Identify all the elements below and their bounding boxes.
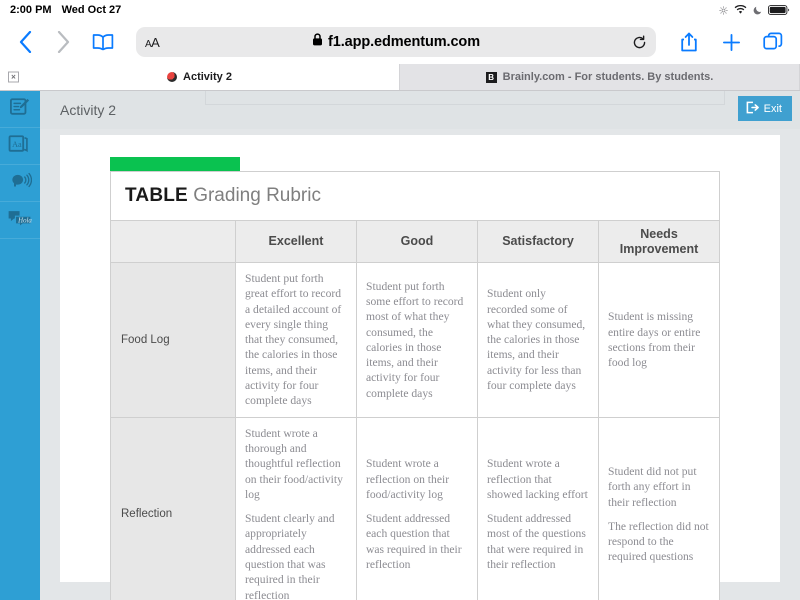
edmentum-app: Aa Hola Activity 2 Exit TABLE Grading Ru… bbox=[0, 91, 800, 600]
battery-icon bbox=[768, 5, 790, 15]
sidebar-item-translate[interactable]: Hola bbox=[0, 202, 40, 239]
brainly-favicon: B bbox=[485, 71, 497, 83]
tabs-overview-icon[interactable] bbox=[758, 27, 788, 57]
tab-activity-2[interactable]: × Activity 2 bbox=[0, 64, 400, 90]
tab-title: Activity 2 bbox=[183, 71, 232, 83]
sync-icon bbox=[719, 5, 728, 15]
text-size-button[interactable]: AA bbox=[145, 35, 160, 50]
exit-button[interactable]: Exit bbox=[737, 96, 792, 121]
tab-brainly[interactable]: B Brainly.com - For students. By student… bbox=[400, 64, 800, 90]
cell-food-log-good: Student put forth some effort to record … bbox=[356, 262, 478, 418]
exit-arrow-icon bbox=[746, 101, 759, 117]
svg-text:Aa: Aa bbox=[12, 139, 22, 148]
lock-icon bbox=[312, 33, 323, 51]
plus-icon[interactable] bbox=[716, 27, 746, 57]
rubric-accent-bar bbox=[110, 157, 240, 171]
dictionary-aa-icon: Aa bbox=[8, 134, 32, 159]
share-icon[interactable] bbox=[674, 27, 704, 57]
rubric-title-rest: Grading Rubric bbox=[187, 185, 321, 206]
table-row: Food Log Student put forth great effort … bbox=[110, 262, 721, 418]
sidebar-item-read-aloud[interactable] bbox=[0, 165, 40, 202]
notepad-pencil-icon bbox=[9, 97, 31, 122]
cell-reflection-satisfactory: Student wrote a reflection that showed l… bbox=[477, 416, 599, 600]
activity-header: Activity 2 Exit bbox=[40, 91, 800, 129]
cell-food-log-needs-improvement: Student is missing entire days or entire… bbox=[597, 262, 721, 418]
rubric-title-row: TABLE Grading Rubric bbox=[109, 171, 721, 221]
safari-toolbar: AA f1.app.edmentum.com bbox=[0, 20, 800, 64]
row-label-food-log: Food Log bbox=[110, 262, 236, 418]
url-text: f1.app.edmentum.com bbox=[328, 34, 480, 50]
row-label-reflection: Reflection bbox=[110, 416, 236, 600]
activity-content-scroll[interactable]: TABLE Grading Rubric Excellent Good Sati… bbox=[40, 129, 800, 600]
header-toolbar-placeholder bbox=[205, 91, 725, 105]
moon-icon bbox=[753, 6, 762, 15]
close-icon[interactable]: × bbox=[8, 71, 19, 83]
cell-food-log-satisfactory: Student only recorded some of what they … bbox=[477, 262, 599, 418]
exit-button-label: Exit bbox=[763, 102, 782, 115]
cell-reflection-excellent: Student wrote a thorough and thoughtful … bbox=[235, 416, 357, 600]
column-header-excellent: Excellent bbox=[235, 220, 357, 263]
reload-icon[interactable] bbox=[632, 35, 647, 50]
column-header-satisfactory: Satisfactory bbox=[477, 220, 599, 263]
rubric-table: TABLE Grading Rubric Excellent Good Sati… bbox=[109, 171, 721, 600]
back-button[interactable] bbox=[12, 28, 38, 56]
tab-title: Brainly.com - For students. By students. bbox=[502, 71, 714, 83]
sidebar-item-dictionary[interactable]: Aa bbox=[0, 128, 40, 165]
activity-page: TABLE Grading Rubric Excellent Good Sati… bbox=[60, 135, 780, 600]
tool-sidebar: Aa Hola bbox=[0, 91, 40, 600]
column-header-good: Good bbox=[356, 220, 478, 263]
rubric-header-row: Excellent Good Satisfactory Needs Improv… bbox=[110, 220, 721, 263]
grading-rubric: TABLE Grading Rubric Excellent Good Sati… bbox=[109, 157, 721, 600]
cell-reflection-good: Student wrote a reflection on their food… bbox=[356, 416, 478, 600]
status-date: Wed Oct 27 bbox=[61, 4, 122, 16]
address-bar[interactable]: AA f1.app.edmentum.com bbox=[136, 27, 656, 57]
status-time: 2:00 PM bbox=[10, 4, 52, 16]
forward-button[interactable] bbox=[50, 28, 76, 56]
sidebar-item-notes[interactable] bbox=[0, 91, 40, 128]
column-header-blank bbox=[110, 220, 236, 263]
tab-bar: × Activity 2 B Brainly.com - For student… bbox=[0, 64, 800, 91]
cell-reflection-needs-improvement: Student did not put forth any effort in … bbox=[597, 416, 721, 600]
ipad-status-bar: 2:00 PM Wed Oct 27 bbox=[0, 0, 800, 20]
rubric-title-strong: TABLE bbox=[125, 185, 188, 206]
cell-food-log-excellent: Student put forth great effort to record… bbox=[235, 262, 357, 418]
bookmarks-button[interactable] bbox=[88, 33, 118, 51]
translate-hola-icon: Hola bbox=[7, 208, 33, 233]
edmentum-favicon bbox=[167, 72, 178, 82]
page-title: Activity 2 bbox=[60, 102, 117, 118]
text-to-speech-icon bbox=[8, 171, 33, 196]
svg-text:Hola: Hola bbox=[17, 217, 32, 224]
column-header-needs-improvement: Needs Improvement bbox=[597, 220, 721, 263]
table-row: Reflection Student wrote a thorough and … bbox=[110, 416, 721, 600]
rubric-title: TABLE Grading Rubric bbox=[109, 171, 721, 221]
wifi-icon bbox=[734, 5, 747, 15]
